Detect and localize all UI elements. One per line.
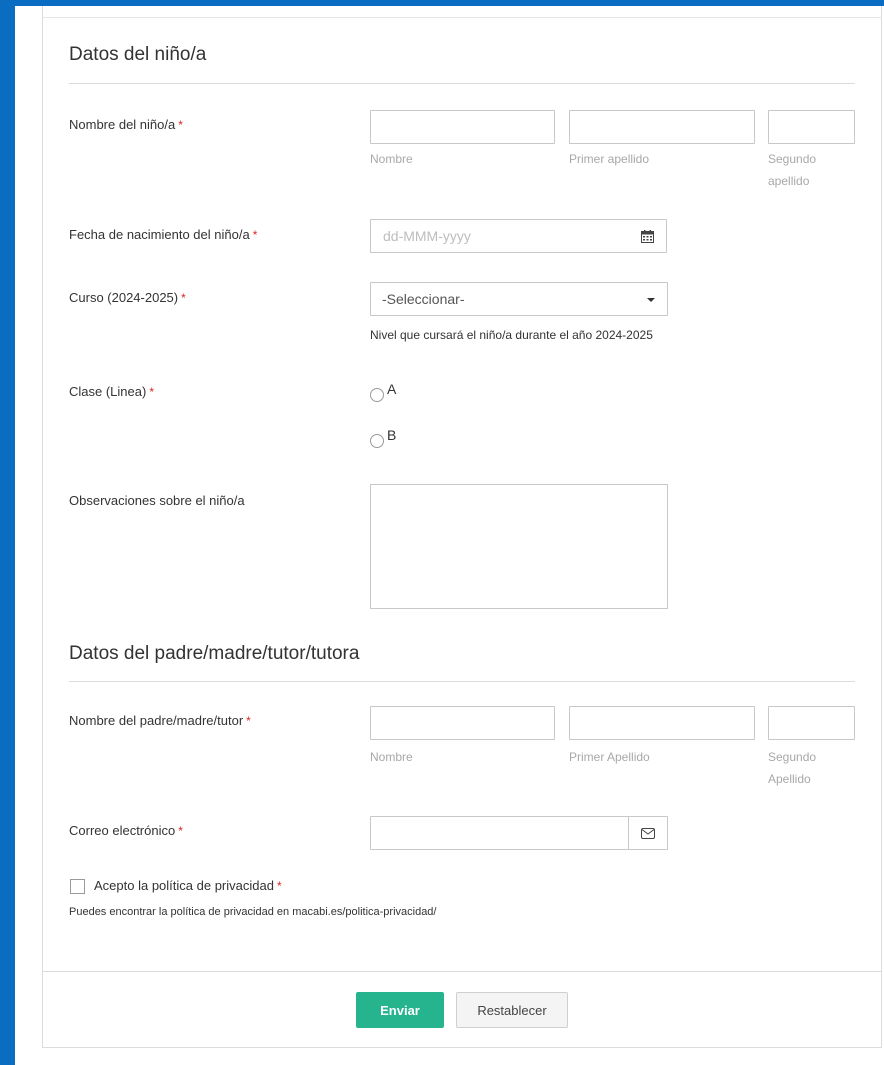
- parent-name-label: Nombre del padre/madre/tutor *: [69, 713, 251, 728]
- course-help-text: Nivel que cursará el niño/a durante el a…: [370, 328, 653, 342]
- notes-label: Observaciones sobre el niño/a: [69, 493, 245, 508]
- class-option-a[interactable]: A: [370, 381, 397, 402]
- class-option-b[interactable]: B: [370, 427, 397, 448]
- course-select[interactable]: -Seleccionar-: [370, 282, 668, 316]
- birth-date-input[interactable]: dd-MMM-yyyy: [370, 219, 667, 253]
- envelope-icon: [628, 817, 667, 849]
- child-last-name2-input[interactable]: [768, 110, 855, 144]
- calendar-icon[interactable]: [628, 220, 666, 252]
- child-section-title: Datos del niño/a: [69, 44, 207, 65]
- course-selected-value: -Seleccionar-: [382, 291, 465, 307]
- child-first-name-input[interactable]: [370, 110, 555, 144]
- left-blue-border: [0, 0, 15, 1065]
- parent-last-name2-input[interactable]: [768, 706, 855, 740]
- email-input[interactable]: [370, 816, 668, 850]
- child-first-name-hint: Nombre: [370, 152, 413, 166]
- submit-button[interactable]: Enviar: [356, 992, 444, 1028]
- parent-last-name1-input[interactable]: [569, 706, 755, 740]
- birth-date-label: Fecha de nacimiento del niño/a *: [69, 227, 258, 242]
- privacy-note: Puedes encontrar la política de privacid…: [69, 906, 437, 918]
- child-last-name2-hint: Segundo apellido: [768, 152, 817, 188]
- class-label: Clase (Linea) *: [69, 384, 154, 399]
- card-top-divider: [42, 17, 882, 18]
- child-section-divider: [69, 83, 855, 84]
- parent-first-name-input[interactable]: [370, 706, 555, 740]
- child-last-name1-hint: Primer apellido: [569, 152, 650, 166]
- parent-section-divider: [69, 681, 855, 682]
- email-label: Correo electrónico *: [69, 823, 183, 838]
- radio-a-label: A: [387, 381, 397, 397]
- course-label: Curso (2024-2025) *: [69, 290, 186, 305]
- privacy-checkbox-label[interactable]: Acepto la política de privacidad *: [94, 878, 282, 893]
- privacy-checkbox[interactable]: [70, 879, 85, 894]
- birth-date-placeholder: dd-MMM-yyyy: [383, 228, 471, 244]
- child-last-name1-input[interactable]: [569, 110, 755, 144]
- parent-last-name2-hint: Segundo Apellido: [768, 750, 817, 786]
- radio-b-label: B: [387, 427, 397, 443]
- notes-textarea[interactable]: [370, 484, 668, 609]
- parent-last-name1-hint: Primer Apellido: [569, 750, 650, 764]
- parent-first-name-hint: Nombre: [370, 750, 413, 764]
- caret-down-icon: [647, 298, 655, 302]
- footer-divider: [43, 971, 881, 972]
- parent-section-title: Datos del padre/madre/tutor/tutora: [69, 643, 360, 664]
- radio-a[interactable]: [370, 388, 384, 402]
- child-name-label: Nombre del niño/a *: [69, 117, 183, 132]
- reset-button[interactable]: Restablecer: [456, 992, 568, 1028]
- radio-b[interactable]: [370, 434, 384, 448]
